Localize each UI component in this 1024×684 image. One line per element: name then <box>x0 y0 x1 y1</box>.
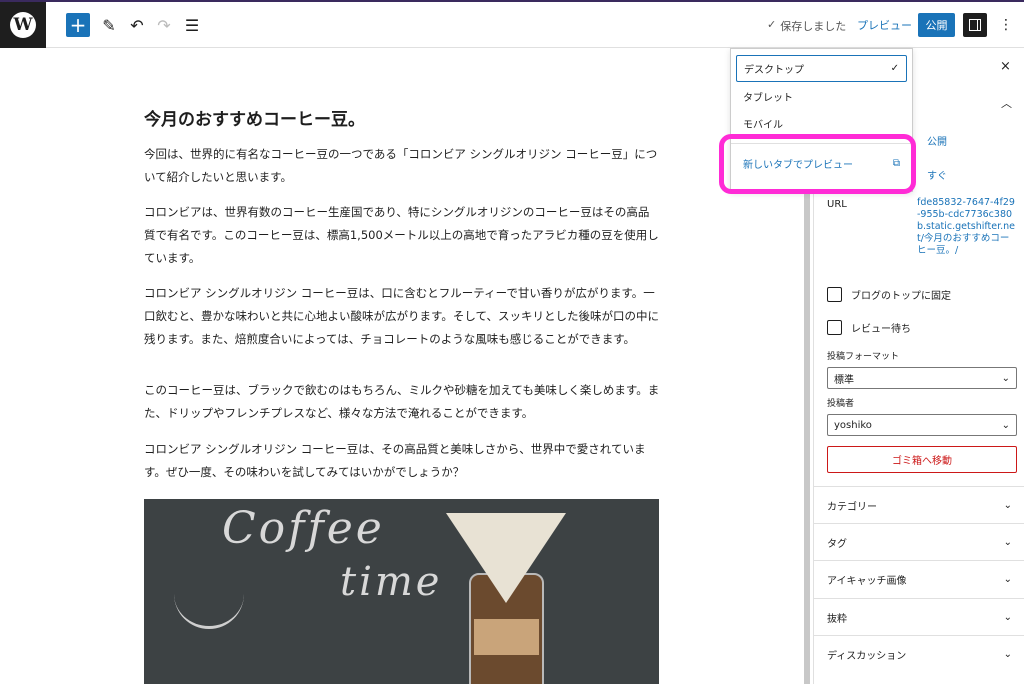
author-label: 投稿者 <box>827 399 855 409</box>
add-block-button[interactable]: + <box>66 13 90 37</box>
wordpress-logo-button[interactable]: W <box>0 2 46 48</box>
close-icon[interactable]: × <box>1000 59 1011 74</box>
editor-canvas: 今月のおすすめコーヒー豆。 今回は、世界的に有名なコーヒー豆の一つである「コロン… <box>0 49 813 684</box>
menu-item-preview-new-tab[interactable]: 新しいタブでプレビュー ⧉ <box>736 150 907 177</box>
chevron-up-icon[interactable]: ︿ <box>1001 95 1012 111</box>
chevron-down-icon: ⌄ <box>1003 573 1012 585</box>
list-view-icon[interactable]: ☰ <box>180 13 204 37</box>
panel-categories[interactable]: カテゴリー ⌄ <box>814 486 1024 523</box>
visibility-value-link[interactable]: 公開 <box>927 133 947 148</box>
chevron-down-icon: ⌄ <box>1003 648 1012 660</box>
sticky-label: ブログのトップに固定 <box>851 291 951 302</box>
author-select[interactable]: yoshiko ⌄ <box>827 414 1017 436</box>
chalk-smiley-drawing <box>174 569 244 629</box>
pending-checkbox-row[interactable]: レビュー待ち <box>827 320 911 335</box>
check-icon: ✓ <box>767 18 777 31</box>
paragraph-block[interactable]: このコーヒー豆は、ブラックで飲むのはもちろん、ミルクや砂糖を加えても美味しく楽し… <box>144 379 660 425</box>
chevron-down-icon: ⌄ <box>1001 372 1010 384</box>
chevron-down-icon: ⌄ <box>1001 419 1010 431</box>
panel-label: ディスカッション <box>827 650 907 662</box>
check-icon: ✓ <box>890 63 899 74</box>
menu-item-mobile[interactable]: モバイル <box>736 110 907 137</box>
chalk-text-coffee: Coffee <box>222 503 385 554</box>
move-to-trash-button[interactable]: ゴミ箱へ移動 <box>827 446 1017 473</box>
paper-filter-drawing <box>446 513 566 603</box>
editor-toolbar: W + ✎ ↶ ↷ ☰ ✓ 保存しました プレビュー 公開 ⋮ <box>0 2 1024 48</box>
post-title[interactable]: 今月のおすすめコーヒー豆。 <box>144 105 365 130</box>
wooden-collar-drawing <box>474 619 539 655</box>
chevron-down-icon: ⌄ <box>1003 499 1012 511</box>
undo-icon[interactable]: ↶ <box>125 13 149 37</box>
menu-divider <box>731 143 912 144</box>
panel-featured-image[interactable]: アイキャッチ画像 ⌄ <box>814 560 1024 597</box>
chevron-down-icon: ⌄ <box>1003 536 1012 548</box>
menu-item-label: 新しいタブでプレビュー <box>743 160 853 171</box>
pencil-tool-icon[interactable]: ✎ <box>97 13 121 37</box>
author-value: yoshiko <box>834 419 872 431</box>
chalk-text-time: time <box>340 559 443 605</box>
menu-item-label: モバイル <box>743 120 783 131</box>
paragraph-block[interactable]: 今回は、世界的に有名なコーヒー豆の一つである「コロンビア シングルオリジン コー… <box>144 143 660 189</box>
menu-item-label: デスクトップ <box>744 65 804 76</box>
menu-item-desktop[interactable]: デスクトップ ✓ <box>736 55 907 82</box>
redo-icon[interactable]: ↷ <box>152 13 176 37</box>
panel-tags[interactable]: タグ ⌄ <box>814 523 1024 560</box>
pending-checkbox[interactable] <box>827 320 842 335</box>
publish-date-link[interactable]: すぐ <box>927 167 947 182</box>
sticky-checkbox[interactable] <box>827 287 842 302</box>
panel-label: アイキャッチ画像 <box>827 575 907 587</box>
sticky-checkbox-row[interactable]: ブログのトップに固定 <box>827 287 951 302</box>
settings-button[interactable] <box>963 13 987 37</box>
menu-item-tablet[interactable]: タブレット <box>736 83 907 110</box>
saved-label: 保存しました <box>780 20 847 33</box>
preview-dropdown-menu: デスクトップ ✓ タブレット モバイル 新しいタブでプレビュー ⧉ <box>730 48 913 192</box>
sidebar-panel-icon <box>969 19 981 31</box>
publish-button[interactable]: 公開 <box>918 13 955 37</box>
coffee-image-block[interactable]: Coffee time <box>144 499 659 684</box>
panel-label: 抜粋 <box>827 613 847 625</box>
panel-excerpt[interactable]: 抜粋 ⌄ <box>814 598 1024 635</box>
url-link[interactable]: fde85832-7647-4f29-955b-cdc7736c380b.sta… <box>917 197 1017 257</box>
more-options-icon[interactable]: ⋮ <box>996 14 1016 36</box>
paragraph-block[interactable]: コロンビアは、世界有数のコーヒー生産国であり、特にシングルオリジンのコーヒー豆は… <box>144 201 660 270</box>
panel-discussion[interactable]: ディスカッション ⌄ <box>814 635 1024 672</box>
menu-item-label: タブレット <box>743 93 793 104</box>
post-format-label: 投稿フォーマット <box>827 352 900 362</box>
panel-label: カテゴリー <box>827 501 877 513</box>
url-label: URL <box>827 199 847 210</box>
chevron-down-icon: ⌄ <box>1003 611 1012 623</box>
saved-status: ✓ 保存しました <box>767 18 846 34</box>
paragraph-block[interactable]: コロンビア シングルオリジン コーヒー豆は、口に含むとフルーティーで甘い香りが広… <box>144 282 660 351</box>
panel-label: タグ <box>827 538 847 550</box>
post-format-select[interactable]: 標準 ⌄ <box>827 367 1017 389</box>
external-link-icon: ⧉ <box>892 158 900 169</box>
post-format-value: 標準 <box>834 374 854 386</box>
preview-button[interactable]: プレビュー <box>857 17 912 33</box>
paragraph-block[interactable]: コロンビア シングルオリジン コーヒー豆は、その高品質と美味しさから、世界中で愛… <box>144 438 660 484</box>
wordpress-icon: W <box>10 12 36 38</box>
pending-label: レビュー待ち <box>851 324 911 335</box>
